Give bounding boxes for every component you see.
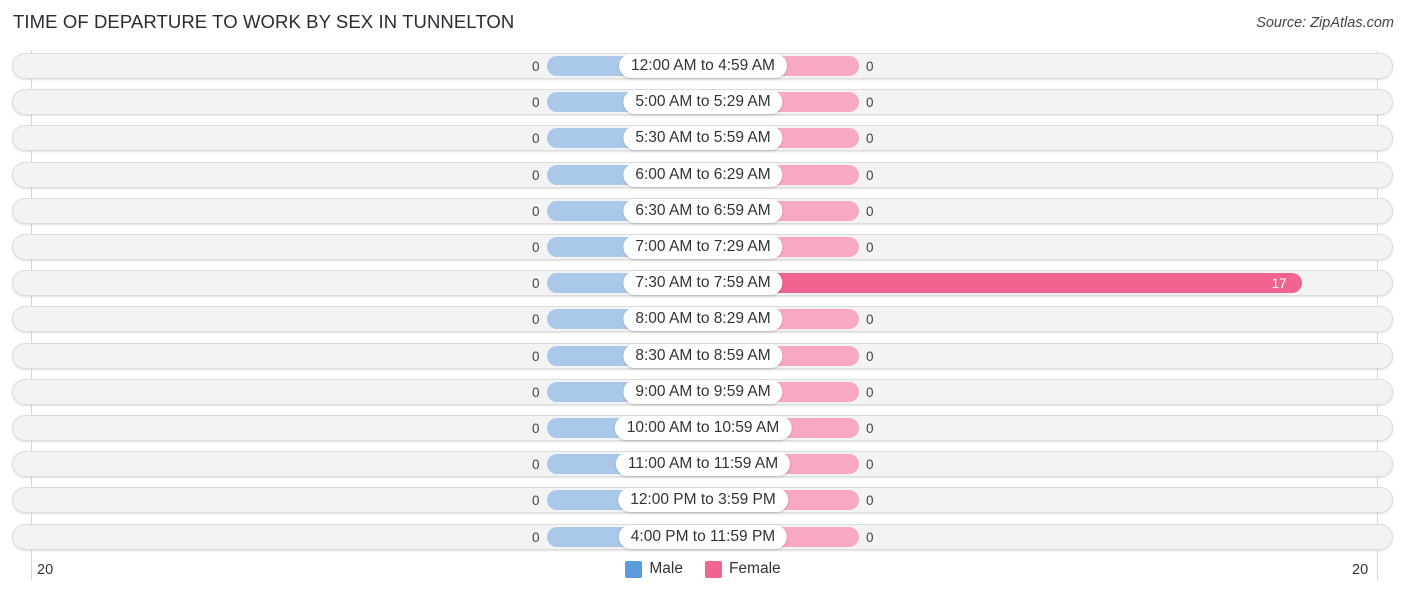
value-label-male: 0	[532, 457, 540, 473]
category-label: 6:30 AM to 6:59 AM	[623, 198, 783, 223]
value-label-female: 0	[866, 529, 874, 545]
value-label-female: 0	[866, 167, 874, 183]
value-label-female: 0	[866, 312, 874, 328]
value-label-female: 17	[1271, 276, 1287, 292]
category-label: 11:00 AM to 11:59 AM	[615, 452, 791, 477]
category-label: 10:00 AM to 10:59 AM	[614, 416, 792, 440]
value-label-male: 0	[532, 421, 540, 436]
legend-item-male[interactable]: Male	[625, 560, 683, 578]
category-label: 12:00 AM to 4:59 AM	[619, 54, 787, 78]
category-label: 8:00 AM to 8:29 AM	[623, 307, 783, 332]
value-label-male: 0	[532, 493, 540, 509]
value-label-male: 0	[532, 95, 540, 111]
value-label-female: 0	[866, 59, 874, 74]
value-label-female: 0	[866, 203, 874, 219]
value-label-female: 0	[866, 457, 874, 473]
category-label: 12:00 PM to 3:59 PM	[618, 488, 788, 513]
chart-title: TIME OF DEPARTURE TO WORK BY SEX IN TUNN…	[13, 11, 515, 32]
bar-female[interactable]	[703, 273, 1302, 294]
category-label: 5:00 AM to 5:29 AM	[623, 90, 783, 115]
value-label-female: 0	[866, 131, 874, 147]
value-label-female: 0	[866, 348, 874, 364]
category-label: 4:00 PM to 11:59 PM	[618, 524, 788, 549]
value-label-female: 0	[866, 493, 874, 509]
value-label-female: 0	[866, 95, 874, 111]
value-label-male: 0	[532, 312, 540, 328]
legend: Male Female	[0, 560, 1406, 578]
legend-item-female[interactable]: Female	[704, 560, 781, 578]
category-label: 7:00 AM to 7:29 AM	[623, 235, 783, 259]
value-label-male: 0	[532, 59, 540, 74]
legend-swatch-male	[625, 560, 643, 578]
category-label: 5:30 AM to 5:59 AM	[623, 126, 783, 151]
value-label-male: 0	[532, 529, 540, 545]
value-label-female: 0	[866, 240, 874, 255]
category-label: 8:30 AM to 8:59 AM	[623, 343, 783, 368]
legend-swatch-female	[704, 560, 722, 578]
value-label-male: 0	[532, 384, 540, 400]
source-attribution: Source: ZipAtlas.com	[1256, 15, 1394, 31]
category-label: 7:30 AM to 7:59 AM	[623, 271, 783, 296]
value-label-male: 0	[532, 167, 540, 183]
legend-label-female: Female	[728, 560, 781, 577]
value-label-female: 0	[866, 384, 874, 400]
category-label: 6:00 AM to 6:29 AM	[623, 162, 783, 187]
value-label-male: 0	[532, 348, 540, 364]
value-label-female: 0	[866, 421, 874, 436]
legend-label-male: Male	[649, 560, 683, 577]
value-label-male: 0	[532, 276, 540, 292]
value-label-male: 0	[532, 203, 540, 219]
category-label: 9:00 AM to 9:59 AM	[623, 379, 783, 404]
value-label-male: 0	[532, 240, 540, 255]
value-label-male: 0	[532, 131, 540, 147]
